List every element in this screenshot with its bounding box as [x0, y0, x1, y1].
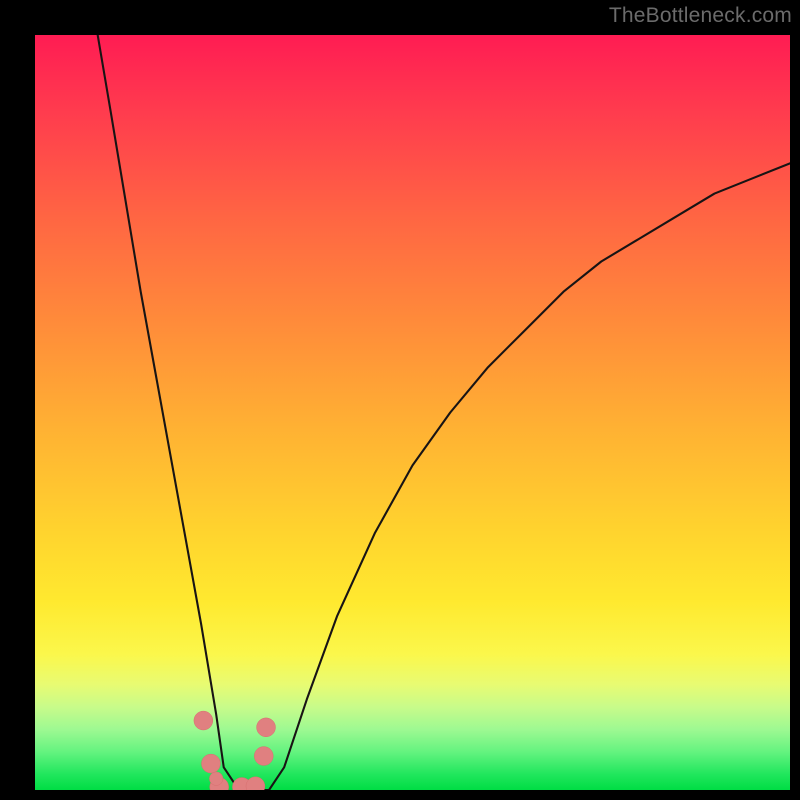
highlight-marker — [254, 747, 273, 766]
chart-frame: TheBottleneck.com — [0, 0, 800, 800]
plot-area — [35, 35, 790, 790]
highlight-marker — [257, 718, 276, 737]
highlight-marker — [246, 777, 265, 790]
highlight-marker — [209, 772, 223, 786]
watermark-text: TheBottleneck.com — [609, 4, 792, 28]
bottleneck-curve — [98, 35, 790, 790]
highlight-marker — [194, 711, 213, 730]
curve-layer — [35, 35, 790, 790]
highlight-markers — [194, 711, 276, 790]
highlight-marker — [201, 754, 220, 773]
